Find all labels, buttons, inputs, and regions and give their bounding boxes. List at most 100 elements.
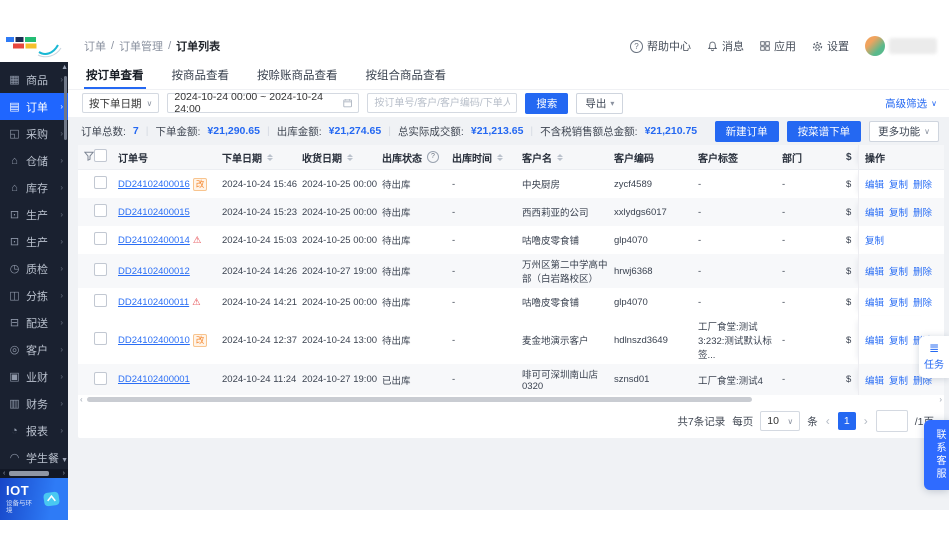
sidebar-item-customers[interactable]: ◎ 客户 › [0,336,68,363]
order-number-link[interactable]: DD24102400001 [118,374,190,385]
copy-link[interactable]: 复制 [889,205,908,219]
delete-link[interactable]: 删除 [913,205,932,219]
order-by-recipe-button[interactable]: 按菜谱下单 [786,120,862,142]
sidebar-vertical-scrollbar[interactable] [64,76,67,456]
task-panel-button[interactable]: ≣ 任务 [919,336,949,378]
sidebar-scroll-up-icon[interactable]: ▲ [61,64,68,71]
select-all-checkbox[interactable] [94,149,107,162]
app-logo[interactable] [0,30,68,62]
copy-link[interactable]: 复制 [889,177,908,191]
order-number-link[interactable]: DD24102400016 [118,179,190,190]
contact-support-tab[interactable]: 联系客服 [924,420,949,490]
new-order-button[interactable]: 新建订单 [714,120,779,142]
date-range-input[interactable]: 2024-10-24 00:00 ~ 2024-10-24 24:00 [167,91,360,115]
apps-button[interactable]: 应用 [760,38,796,54]
header-order-date[interactable]: 下单日期 [222,147,302,168]
delete-link[interactable]: 删除 [913,295,932,309]
scroll-right-icon[interactable]: › [939,395,942,404]
edit-link[interactable]: 编辑 [865,295,884,309]
sidebar-item-finance[interactable]: ▥ 财务 › [0,390,68,417]
iot-banner[interactable]: IOT 设备与环境 [0,478,68,520]
page-size-select[interactable]: 10 ∨ [760,411,801,431]
messages-button[interactable]: 消息 [707,38,744,54]
row-checkbox[interactable] [94,263,107,276]
copy-link[interactable]: 复制 [865,233,884,247]
edit-link[interactable]: 编辑 [865,264,884,278]
next-page-button[interactable]: › [863,414,869,428]
advanced-filter-toggle[interactable]: 高级筛选 ∨ [885,96,937,111]
sidebar-item-production-1[interactable]: ⊡ 生产 › [0,201,68,228]
sidebar-scroll-down-icon[interactable]: ▼ [61,457,68,464]
header-delivery-date[interactable]: 收货日期 [302,147,382,168]
breadcrumb-orders[interactable]: 订单 [84,38,106,54]
row-checkbox[interactable] [94,176,107,189]
date-type-select[interactable]: 按下单日期 ∨ [82,93,160,113]
scrollbar-thumb[interactable] [86,397,752,402]
sort-icon[interactable] [267,153,273,161]
order-number-link[interactable]: DD24102400012 [118,266,190,277]
table-row[interactable]: DD24102400011 ⚠ 2024-10-24 14:21 2024-10-… [78,288,944,316]
table-row[interactable]: DD24102400016 改 2024-10-24 15:46 2024-10-… [78,170,944,198]
sort-icon[interactable] [497,153,503,161]
tab-by-product[interactable]: 按商品查看 [170,62,232,89]
order-number-link[interactable]: DD24102400010 [118,335,190,346]
copy-link[interactable]: 复制 [889,373,908,387]
help-circle-icon[interactable]: ? [427,151,439,163]
table-row[interactable]: DD24102400010 改 2024-10-24 12:37 2024-10-… [78,316,944,364]
order-number-link[interactable]: DD24102400014 [118,235,190,246]
edit-link[interactable]: 编辑 [865,373,884,387]
help-center-button[interactable]: ? 帮助中心 [630,38,691,54]
order-number-link[interactable]: DD24102400015 [118,207,190,218]
sidebar-item-student-meal[interactable]: ◠ 学生餐 [0,444,68,471]
row-checkbox[interactable] [94,332,107,345]
page-1-button[interactable]: 1 [837,412,856,430]
settings-button[interactable]: 设置 [812,38,849,54]
tab-by-order[interactable]: 按订单查看 [84,62,146,89]
page-jump-input[interactable] [875,410,908,432]
sidebar-item-delivery[interactable]: ⊟ 配送 › [0,309,68,336]
table-row[interactable]: DD24102400015 2024-10-24 15:23 2024-10-2… [78,198,944,226]
column-filter-icon[interactable] [78,148,95,167]
copy-link[interactable]: 复制 [889,333,908,347]
edit-link[interactable]: 编辑 [865,177,884,191]
sort-icon[interactable] [347,153,353,161]
user-account[interactable] [865,36,937,56]
export-button[interactable]: 导出 ▾ [576,92,624,114]
edit-link[interactable]: 编辑 [865,333,884,347]
row-checkbox[interactable] [94,204,107,217]
order-number-link[interactable]: DD24102400011 [118,297,189,308]
scroll-left-icon[interactable]: ‹ [80,395,83,404]
sort-icon[interactable] [557,153,563,161]
prev-page-button[interactable]: ‹ [825,414,831,428]
table-row[interactable]: DD24102400014 ⚠ 2024-10-24 15:03 2024-10-… [78,226,944,254]
row-checkbox[interactable] [94,371,107,385]
table-horizontal-scrollbar[interactable]: ‹ › [78,395,944,404]
row-checkbox[interactable] [94,294,107,307]
header-out-time[interactable]: 出库时间 [452,147,522,168]
tab-by-credit-product[interactable]: 按赊账商品查看 [255,62,340,89]
more-actions-button[interactable]: 更多功能 ∨ [869,120,939,142]
sidebar-item-sorting[interactable]: ◫ 分拣 › [0,282,68,309]
copy-link[interactable]: 复制 [889,295,908,309]
table-row[interactable]: DD24102400012 2024-10-24 14:26 2024-10-2… [78,254,944,288]
sidebar-item-biz-finance[interactable]: ▣ 业财 › [0,363,68,390]
copy-link[interactable]: 复制 [889,264,908,278]
sidebar-item-quality[interactable]: ◷ 质检 › [0,255,68,282]
sidebar-item-orders[interactable]: ▤ 订单 › [0,93,68,120]
sidebar-item-reports[interactable]: ◔ 报表 › [0,417,68,444]
breadcrumb-order-mgmt[interactable]: 订单管理 [119,38,163,54]
row-checkbox[interactable] [94,232,107,245]
sidebar-item-production-2[interactable]: ⊡ 生产 › [0,228,68,255]
sidebar-item-warehouse[interactable]: ⌂ 仓储 › [0,147,68,174]
scroll-right-icon[interactable]: › [63,469,65,478]
edit-link[interactable]: 编辑 [865,205,884,219]
search-button[interactable]: 搜索 [525,92,569,114]
table-row[interactable]: DD24102400001 2024-10-24 11:24 2024-10-2… [78,364,944,395]
scroll-left-icon[interactable]: ‹ [3,469,5,478]
sidebar-item-purchase[interactable]: ◱ 采购 › [0,120,68,147]
sidebar-item-goods[interactable]: ▦ 商品 › [0,66,68,93]
sidebar-horizontal-scrollbar[interactable]: ‹ › [0,469,68,478]
sidebar-item-inventory[interactable]: ⌂ 库存 › [0,174,68,201]
delete-link[interactable]: 删除 [913,264,932,278]
header-customer[interactable]: 客户名 [522,147,614,168]
